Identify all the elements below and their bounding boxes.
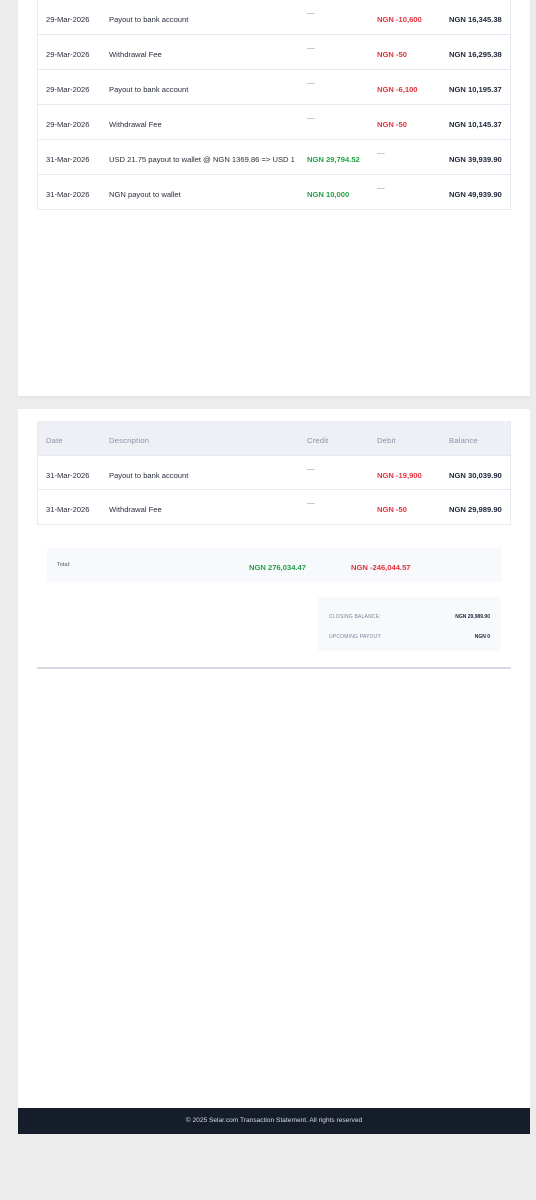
row-credit: — (307, 43, 315, 52)
divider (37, 667, 511, 669)
totals-label: Total: (57, 562, 71, 568)
row-credit: — (307, 8, 315, 17)
balance-summary: CLOSING BALANCE: NGN 29,989.90 UPCOMING … (318, 597, 501, 651)
row-debit: — (377, 148, 385, 157)
transactions-table: Date Description Credit Debit Balance 31… (37, 421, 511, 525)
table-row: 29-Mar-2026 Payout to bank account — NGN… (38, 0, 510, 35)
row-debit: NGN -50 (377, 50, 407, 59)
row-balance: NGN 39,939.90 (449, 155, 502, 164)
row-balance: NGN 29,989.90 (449, 505, 502, 514)
row-balance: NGN 10,195.37 (449, 85, 502, 94)
row-debit: — (377, 183, 385, 192)
table-row: 29-Mar-2026 Payout to bank account — NGN… (38, 70, 510, 105)
row-date: 29-Mar-2026 (46, 85, 90, 94)
statement-page-2: Date Description Credit Debit Balance 31… (18, 409, 530, 1134)
header-debit: Debit (377, 436, 396, 445)
transactions-table-continued: 29-Mar-2026 Payout to bank account — NGN… (37, 0, 511, 210)
row-date: 29-Mar-2026 (46, 15, 90, 24)
row-debit: NGN -10,600 (377, 15, 422, 24)
statement-page-1: 29-Mar-2026 Payout to bank account — NGN… (18, 0, 530, 396)
header-date: Date (46, 436, 63, 445)
row-balance: NGN 16,345.38 (449, 15, 502, 24)
footer-copyright: © 2025 Selar.com Transaction Statement. … (185, 1117, 363, 1124)
row-debit: NGN -50 (377, 120, 407, 129)
table-row: 29-Mar-2026 Withdrawal Fee — NGN -50 NGN… (38, 35, 510, 70)
row-date: 31-Mar-2026 (46, 471, 90, 480)
row-date: 31-Mar-2026 (46, 155, 90, 164)
total-debit: NGN -246,044.57 (351, 563, 411, 572)
table-row: 31-Mar-2026 USD 21.75 payout to wallet @… (38, 140, 510, 175)
header-balance: Balance (449, 436, 478, 445)
page-footer: © 2025 Selar.com Transaction Statement. … (18, 1108, 530, 1134)
row-balance: NGN 30,039.90 (449, 471, 502, 480)
header-credit: Credit (307, 436, 329, 445)
row-description: Withdrawal Fee (109, 505, 162, 514)
row-date: 29-Mar-2026 (46, 120, 90, 129)
row-description: Withdrawal Fee (109, 120, 162, 129)
row-balance: NGN 10,145.37 (449, 120, 502, 129)
row-date: 29-Mar-2026 (46, 50, 90, 59)
table-row: 31-Mar-2026 NGN payout to wallet NGN 10,… (38, 175, 510, 210)
total-credit: NGN 276,034.47 (249, 563, 306, 572)
closing-balance-value: NGN 29,989.90 (455, 614, 490, 620)
header-description: Description (109, 436, 150, 445)
row-debit: NGN -50 (377, 505, 407, 514)
totals-row: Total: NGN 276,034.47 NGN -246,044.57 (47, 548, 502, 582)
table-row: 31-Mar-2026 Payout to bank account — NGN… (38, 455, 510, 490)
row-description: Payout to bank account (109, 85, 189, 94)
table-row: 29-Mar-2026 Withdrawal Fee — NGN -50 NGN… (38, 105, 510, 140)
row-balance: NGN 16,295.38 (449, 50, 502, 59)
row-debit: NGN -6,100 (377, 85, 418, 94)
row-description: USD 21.75 payout to wallet @ NGN 1369.86… (109, 155, 295, 164)
row-description: Payout to bank account (109, 15, 189, 24)
upcoming-payout-value: NGN 0 (474, 634, 490, 640)
upcoming-payout-label: UPCOMING PAYOUT: (329, 634, 382, 640)
row-date: 31-Mar-2026 (46, 190, 90, 199)
row-credit: — (307, 464, 315, 473)
row-credit: — (307, 78, 315, 87)
row-description: Payout to bank account (109, 471, 189, 480)
row-credit: NGN 10,000 (307, 190, 350, 199)
table-header: Date Description Credit Debit Balance (38, 421, 510, 455)
row-description: NGN payout to wallet (109, 190, 181, 199)
row-balance: NGN 49,939.90 (449, 190, 502, 199)
row-date: 31-Mar-2026 (46, 505, 90, 514)
row-credit: — (307, 498, 315, 507)
row-credit: — (307, 113, 315, 122)
row-debit: NGN -19,900 (377, 471, 422, 480)
closing-balance-label: CLOSING BALANCE: (329, 614, 381, 620)
row-description: Withdrawal Fee (109, 50, 162, 59)
table-row: 31-Mar-2026 Withdrawal Fee — NGN -50 NGN… (38, 490, 510, 525)
row-credit: NGN 29,794.52 (307, 155, 360, 164)
